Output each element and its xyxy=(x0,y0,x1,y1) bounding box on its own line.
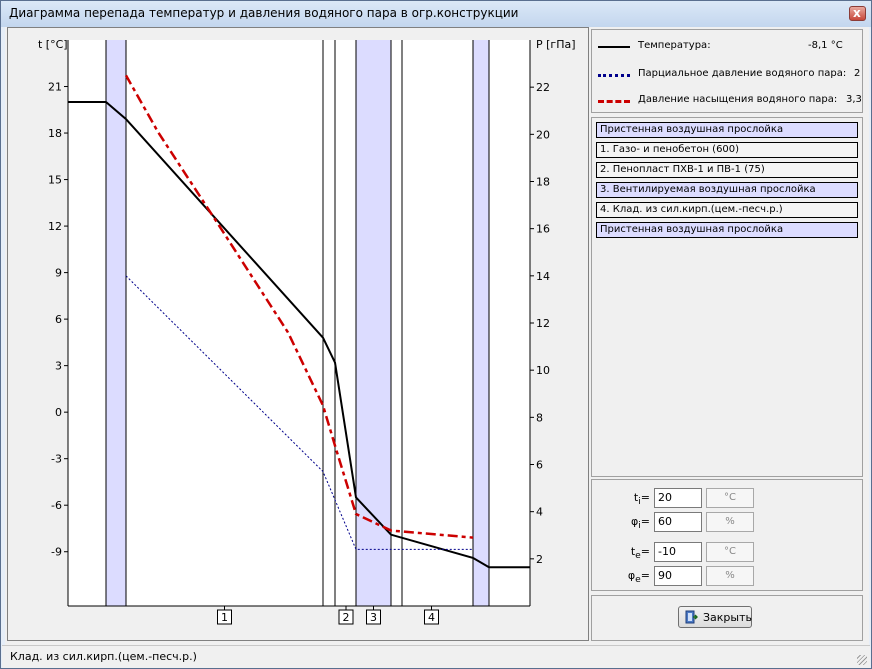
te-input[interactable]: -10 xyxy=(654,542,702,562)
resize-grip-icon[interactable] xyxy=(857,655,867,665)
layer-number-label: 3 xyxy=(370,611,377,624)
layer-number-label: 4 xyxy=(428,611,435,624)
layer-number-label: 2 xyxy=(343,611,350,624)
button-panel: Закрыть xyxy=(591,595,863,641)
te-unit-button[interactable]: °C xyxy=(706,542,754,562)
left-tick-label: 15 xyxy=(48,174,62,187)
left-tick-label: 6 xyxy=(55,313,62,326)
phie-unit-button[interactable]: % xyxy=(706,566,754,586)
legend-partial-pressure: Парциальное давление водяного пара: 2 xyxy=(598,68,860,82)
left-tick-label: 3 xyxy=(55,360,62,373)
left-tick-label: 9 xyxy=(55,267,62,280)
layer-item-inner-air-film[interactable]: Пристенная воздушная прослойка xyxy=(596,122,858,138)
left-tick-label: 12 xyxy=(48,220,62,233)
status-bar: Клад. из сил.кирп.(цем.-песч.р.) xyxy=(2,645,870,668)
right-tick-label: 16 xyxy=(536,223,550,236)
right-tick-label: 14 xyxy=(536,270,550,283)
layer-number-label: 1 xyxy=(221,611,228,624)
layer-item-outer-air-film[interactable]: Пристенная воздушная прослойка xyxy=(596,222,858,238)
right-tick-label: 2 xyxy=(536,553,543,566)
close-icon: x xyxy=(853,6,861,20)
phii-input[interactable]: 60 xyxy=(654,512,702,532)
window-close-button[interactable]: x xyxy=(849,6,866,21)
legend-saturation-pressure-line xyxy=(598,100,630,103)
phii-unit-button[interactable]: % xyxy=(706,512,754,532)
right-tick-label: 6 xyxy=(536,459,543,472)
param-row-phie: φe= 90 % xyxy=(592,566,862,586)
param-ti-label: ti= xyxy=(633,491,650,508)
legend-temperature-line xyxy=(598,46,630,48)
status-text: Клад. из сил.кирп.(цем.-песч.р.) xyxy=(10,650,197,663)
window-title: Диаграмма перепада температур и давления… xyxy=(9,6,519,20)
left-tick-label: 0 xyxy=(55,406,62,419)
left-tick-label: 18 xyxy=(48,127,62,140)
left-tick-label: 21 xyxy=(48,81,62,94)
left-tick-label: -9 xyxy=(51,546,62,559)
legend-saturation-pressure-label: Давление насыщения водяного пара: xyxy=(638,94,838,105)
param-te-label: te= xyxy=(630,545,650,562)
right-tick-label: 12 xyxy=(536,317,550,330)
left-axis-label: t [°C] xyxy=(38,38,68,51)
air-layer-band xyxy=(473,40,489,606)
air-layer-band xyxy=(106,40,126,606)
legend-panel: Температура: -8,1 °C Парциальное давлени… xyxy=(591,29,863,113)
main-window: Диаграмма перепада температур и давления… xyxy=(0,0,872,669)
legend-temperature: Температура: -8,1 °C xyxy=(598,40,860,54)
legend-temperature-label: Температура: xyxy=(638,40,711,51)
param-row-te: te= -10 °C xyxy=(592,542,862,562)
client-area: t [°C] P [гПа] 21 18 15 12 9 6 3 0 -3 -6 -9 22 20 18 16 1… xyxy=(5,27,869,645)
right-tick-label: 20 xyxy=(536,128,550,141)
legend-partial-pressure-line xyxy=(598,74,630,77)
param-phii-label: φi= xyxy=(630,515,650,532)
title-bar[interactable]: Диаграмма перепада температур и давления… xyxy=(1,1,871,27)
legend-partial-pressure-label: Парциальное давление водяного пара: xyxy=(638,68,847,79)
close-dialog-label: Закрыть xyxy=(703,611,752,624)
left-tick-label: -6 xyxy=(51,499,62,512)
left-tick-label: -3 xyxy=(51,453,62,466)
right-tick-label: 18 xyxy=(536,176,550,189)
right-tick-label: 10 xyxy=(536,364,550,377)
exit-door-icon xyxy=(685,610,698,624)
layers-list: Пристенная воздушная прослойка 1. Газо- … xyxy=(591,117,863,477)
layer-item-ventilated-air-gap[interactable]: 3. Вентилируемая воздушная прослойка xyxy=(596,182,858,198)
param-phie-label: φe= xyxy=(627,569,650,586)
air-layer-band xyxy=(356,40,391,606)
phie-input[interactable]: 90 xyxy=(654,566,702,586)
close-dialog-button[interactable]: Закрыть xyxy=(678,606,752,628)
legend-saturation-pressure: Давление насыщения водяного пара: 3,3 xyxy=(598,94,862,108)
param-row-ti: ti= 20 °C xyxy=(592,488,862,508)
chart-frame: t [°C] P [гПа] 21 18 15 12 9 6 3 0 -3 -6 -9 22 20 18 16 1… xyxy=(7,27,589,641)
legend-saturation-pressure-value: 3,3 xyxy=(846,94,862,105)
plot-area xyxy=(68,40,530,606)
layer-item-aerated-concrete[interactable]: 1. Газо- и пенобетон (600) xyxy=(596,142,858,158)
param-row-phii: φi= 60 % xyxy=(592,512,862,532)
legend-partial-pressure-value: 2 xyxy=(854,68,861,79)
legend-temperature-value: -8,1 °C xyxy=(808,40,843,51)
layer-item-foam-plastic[interactable]: 2. Пенопласт ПХВ-1 и ПВ-1 (75) xyxy=(596,162,858,178)
right-axis-label: P [гПа] xyxy=(536,38,576,51)
right-tick-label: 4 xyxy=(536,506,543,519)
ti-input[interactable]: 20 xyxy=(654,488,702,508)
layer-item-silicate-brick[interactable]: 4. Клад. из сил.кирп.(цем.-песч.р.) xyxy=(596,202,858,218)
ti-unit-button[interactable]: °C xyxy=(706,488,754,508)
parameters-panel: ti= 20 °C φi= 60 % te= -10 °C φe= 90 % xyxy=(591,479,863,591)
right-tick-label: 8 xyxy=(536,411,543,424)
diagram-chart: t [°C] P [гПа]211815129630-3-6-9222018161… xyxy=(38,38,576,625)
right-tick-label: 22 xyxy=(536,81,550,94)
